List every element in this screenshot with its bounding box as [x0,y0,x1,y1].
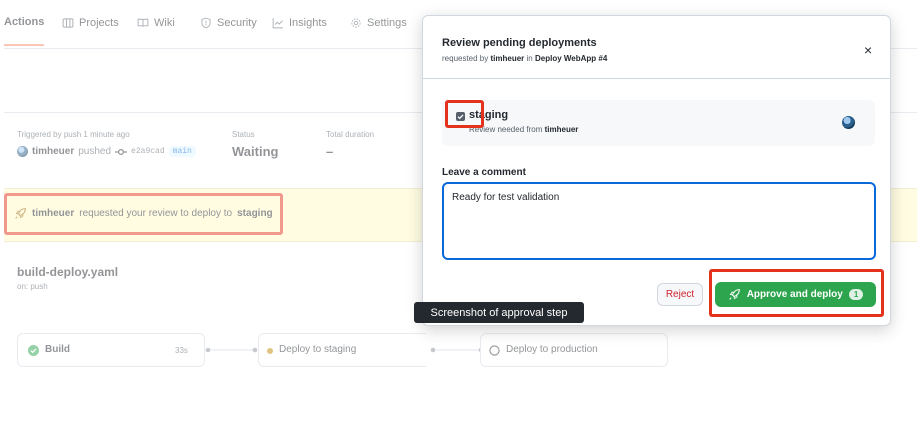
screenshot-caption-tooltip: Screenshot of approval step [414,302,584,323]
modal-title: Review pending deployments [442,37,597,49]
review-deployments-dialog: Review pending deployments requested by … [422,15,891,326]
modal-subtitle: requested by timheuer in Deploy WebApp #… [442,54,607,63]
checkbox-highlight [445,100,484,128]
close-icon[interactable]: × [864,42,872,58]
reject-button[interactable]: Reject [657,283,703,306]
avatar [842,116,855,129]
screenshot-area: Actions Projects Wiki Security Insights … [4,0,917,418]
environment-row-staging[interactable]: staging Review needed from timheuer [442,100,875,146]
subtitle-in: in [526,54,533,63]
comment-textarea[interactable]: Ready for test validation [442,182,876,260]
subtitle-run[interactable]: Deploy WebApp #4 [535,54,607,63]
subtitle-user[interactable]: timheuer [491,54,525,63]
modal-header-divider [423,78,890,79]
reviewer-name[interactable]: timheuer [545,125,579,134]
comment-label: Leave a comment [442,167,526,178]
approve-highlight [709,269,884,317]
environment-review-text: Review needed from timheuer [469,125,578,134]
subtitle-prefix: requested by [442,54,489,63]
